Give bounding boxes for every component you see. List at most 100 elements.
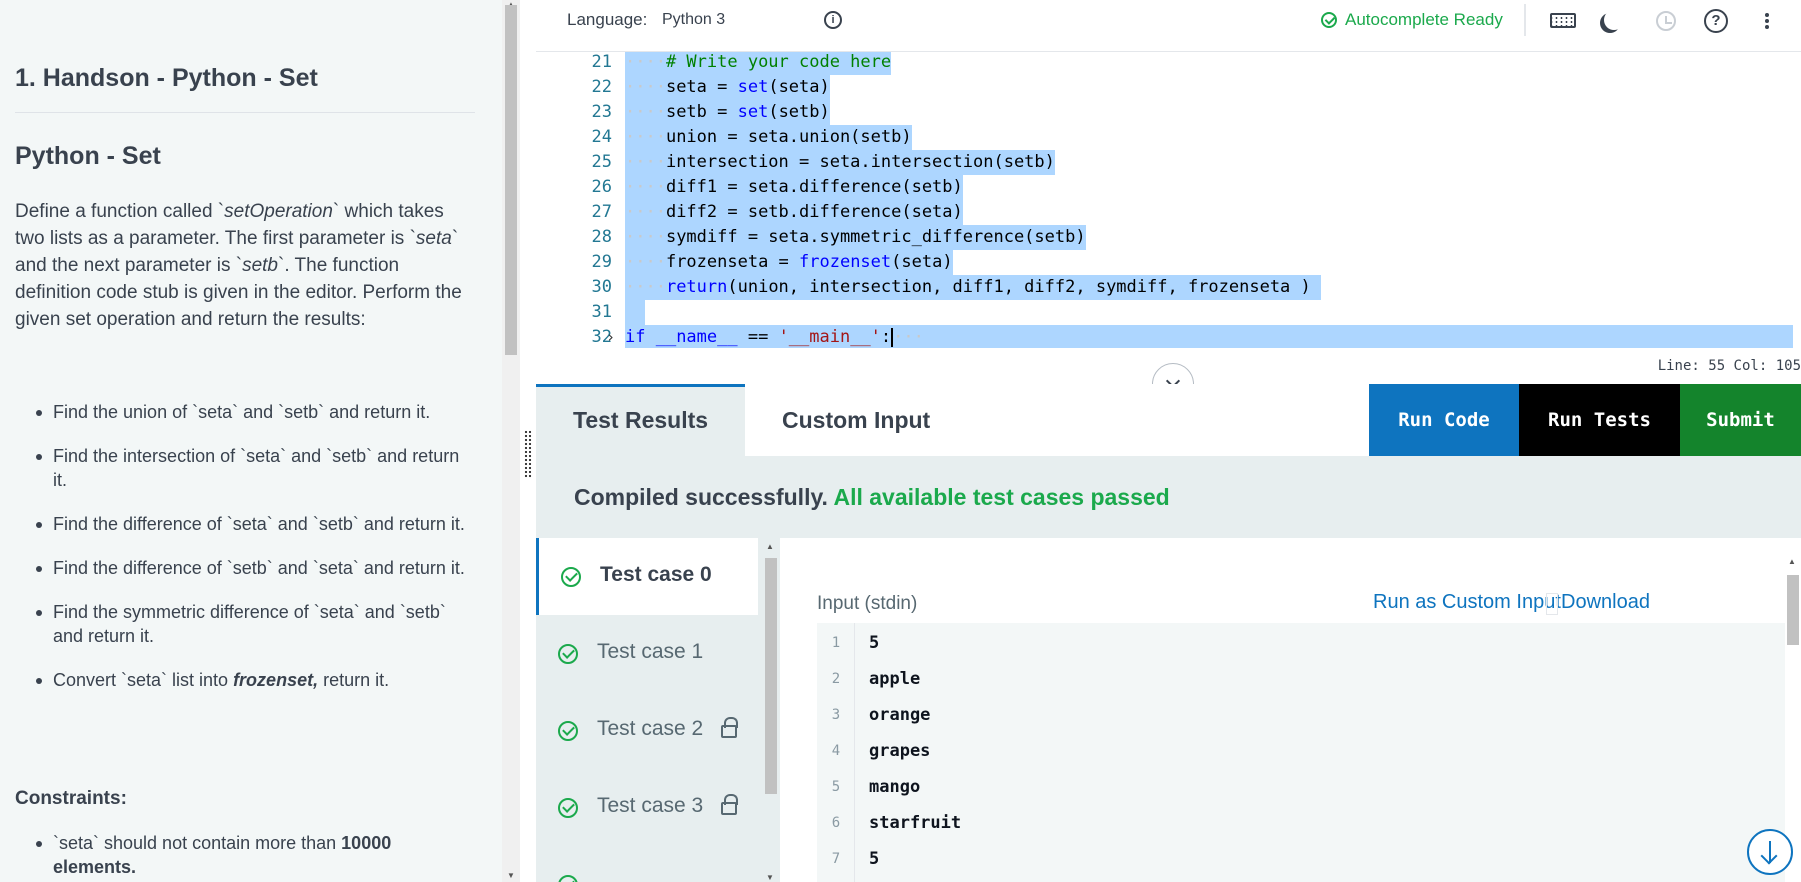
check-circle-icon (558, 798, 578, 818)
code-line[interactable]: 29 ····frozenseta = frozenset(seta) (536, 250, 1801, 275)
check-circle-icon (1321, 12, 1337, 28)
stdin-line: 5 mango (831, 777, 921, 797)
stdin-line: 3 orange (831, 705, 931, 725)
problem-scrollbar[interactable]: ▲ ▼ (502, 0, 520, 882)
stdin-viewer[interactable]: 15 2 apple 3 orange 4 grapes 5 mango 6 starfr… (817, 623, 1785, 882)
test-case-item[interactable]: Test case 2 (536, 692, 758, 769)
stdin-line: 2 apple (831, 669, 921, 689)
submit-button[interactable]: Submit (1680, 384, 1801, 456)
link-separator (1546, 593, 1558, 615)
requirement-item: Find the intersection of `seta` and `set… (15, 444, 475, 492)
scrollbar-thumb[interactable] (1787, 575, 1799, 645)
language-select[interactable]: Python 3 (662, 11, 725, 29)
scroll-up-arrow-icon[interactable]: ▲ (766, 542, 774, 551)
line-number: 26 (591, 177, 612, 197)
test-case-item[interactable]: Test case 3 (536, 769, 758, 846)
results-tabbar: Test Results Custom Input Run Code Run T… (536, 384, 1801, 456)
code-line[interactable]: 30 ····return(union, intersection, diff1… (536, 275, 1801, 300)
lock-icon (721, 717, 738, 738)
scrollbar-thumb[interactable] (765, 558, 777, 794)
code-line[interactable]: 24 ····union = seta.union(setb) (536, 125, 1801, 150)
stdin-scrollbar[interactable]: ▲ (1785, 555, 1801, 882)
run-as-custom-input-link[interactable]: Run as Custom Input (1373, 591, 1561, 614)
line-number: 28 (591, 227, 612, 247)
line-number: 23 (591, 102, 612, 122)
ide-page: 1. Handson - Python - Set Python - Set D… (0, 0, 1801, 882)
requirement-item: Convert `seta` list into frozenset, retu… (15, 668, 475, 692)
problem-panel: 1. Handson - Python - Set Python - Set D… (0, 0, 502, 882)
code-line[interactable]: 27 ····diff2 = setb.difference(seta) (536, 200, 1801, 225)
input-label: Input (stdin) (817, 593, 918, 614)
requirement-item: Find the difference of `seta` and `setb`… (15, 512, 475, 536)
code-line[interactable]: 22 ····seta = set(seta) (536, 75, 1801, 100)
code-line[interactable]: 25 ····intersection = seta.intersection(… (536, 150, 1801, 175)
problem-title: 1. Handson - Python - Set (15, 64, 318, 92)
requirements-list: Find the union of `seta` and `setb` and … (15, 400, 475, 712)
tab-custom-input[interactable]: Custom Input (745, 384, 1373, 456)
keyboard-icon[interactable] (1550, 8, 1576, 34)
check-circle-icon (558, 644, 578, 664)
code-editor[interactable]: 21 ····# Write your code here 22 ····set… (536, 52, 1801, 348)
test-case-item[interactable] (536, 846, 758, 882)
more-vertical-icon[interactable] (1763, 8, 1771, 34)
test-case-item[interactable]: Test case 0 (536, 538, 758, 615)
scroll-down-arrow-icon[interactable]: ▼ (507, 871, 515, 880)
help-icon[interactable]: ? (1703, 8, 1729, 34)
requirement-item: Find the symmetric difference of `seta` … (15, 600, 475, 648)
line-number: 24 (591, 127, 612, 147)
check-circle-icon (558, 721, 578, 741)
fold-chevron-icon[interactable]: › (606, 325, 618, 348)
line-number: 25 (591, 152, 612, 172)
code-line[interactable]: 31 (536, 300, 1801, 325)
code-line[interactable]: 21 ····# Write your code here (536, 52, 1801, 75)
editor-area: Language: Python 3 i Autocomplete Ready … (536, 0, 1801, 882)
panel-splitter[interactable] (520, 0, 536, 882)
code-line[interactable]: 28 ····symdiff = seta.symmetric_differen… (536, 225, 1801, 250)
code-line[interactable]: 32 › if __name__ == '__main__': ··· (536, 325, 1801, 348)
download-link[interactable]: Download (1561, 591, 1650, 614)
lock-icon (721, 794, 738, 815)
editor-toolbar: Language: Python 3 i Autocomplete Ready … (536, 0, 1801, 52)
code-line[interactable]: 23 ····setb = set(setb) (536, 100, 1801, 125)
problem-description: Define a function called `setOperation` … (15, 201, 462, 330)
line-number: 30 (591, 277, 612, 297)
line-number: 21 (591, 52, 612, 72)
run-tests-button[interactable]: Run Tests (1519, 384, 1680, 456)
title-divider (15, 112, 475, 113)
compile-status: Compiled successfully. All available tes… (574, 484, 1170, 510)
autocomplete-status[interactable]: Autocomplete Ready (1345, 10, 1503, 30)
line-number: 27 (591, 202, 612, 222)
tab-test-results[interactable]: Test Results (536, 384, 745, 456)
test-case-detail: Input (stdin) Run as Custom Input Downlo… (780, 538, 1801, 882)
run-code-button[interactable]: Run Code (1369, 384, 1519, 456)
requirement-item: Find the union of `seta` and `setb` and … (15, 400, 475, 424)
scroll-down-button[interactable] (1747, 829, 1793, 875)
stdin-line: 15 (831, 633, 880, 653)
info-icon[interactable]: i (824, 11, 842, 29)
drag-handle-icon[interactable] (524, 430, 532, 478)
toolbar-divider (1524, 4, 1526, 36)
test-case-scrollbar[interactable]: ▲ ▼ (762, 538, 780, 882)
scrollbar-thumb[interactable] (505, 5, 517, 355)
results-panel: Compiled successfully. All available tes… (536, 456, 1801, 882)
line-number: 29 (591, 252, 612, 272)
moon-icon[interactable] (1602, 8, 1628, 34)
line-number: 22 (591, 77, 612, 97)
line-number: 31 (591, 302, 612, 322)
stdin-line: 75 (831, 849, 880, 869)
test-case-list: Test case 0 Test case 1 Test case 2 Test… (536, 538, 758, 882)
constraint-item: `seta` should not contain more than 1000… (15, 831, 475, 879)
history-icon[interactable] (1653, 8, 1679, 34)
stdin-line: 4 grapes (831, 741, 931, 761)
constraints-heading: Constraints: (15, 788, 127, 809)
scroll-down-arrow-icon[interactable]: ▼ (766, 873, 774, 882)
check-circle-icon (561, 567, 581, 587)
constraints-list: `seta` should not contain more than 1000… (15, 831, 475, 879)
language-label: Language: (567, 10, 648, 29)
test-case-item[interactable]: Test case 1 (536, 615, 758, 692)
scroll-up-arrow-icon[interactable]: ▲ (1788, 557, 1796, 566)
requirement-item: Find the difference of `setb` and `seta`… (15, 556, 475, 580)
cursor-position: Line: 55 Col: 105 (1657, 358, 1801, 374)
code-line[interactable]: 26 ····diff1 = seta.difference(setb) (536, 175, 1801, 200)
stdin-line: 6 starfruit (831, 813, 962, 833)
